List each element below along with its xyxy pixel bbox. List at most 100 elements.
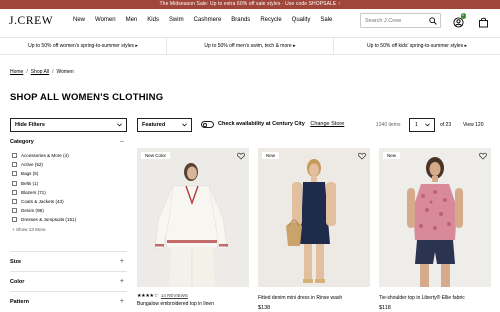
search-input[interactable] <box>365 16 427 26</box>
change-store-link[interactable]: Change Store <box>310 121 344 127</box>
product-card[interactable]: New Fitted denim mini dress in Rinse was… <box>258 148 370 311</box>
collapse-icon: − <box>119 139 124 146</box>
product-image[interactable]: New <box>379 148 491 287</box>
category-option-label: Dresses & Jumpsuits (151) <box>21 217 77 223</box>
product-rating: ★★★★☆ 14 REVIEWS <box>137 292 249 299</box>
rating-stars: ★★★★☆ <box>137 292 158 299</box>
heart-icon[interactable] <box>479 152 487 160</box>
promo-text: The Midseason Sale: Up to extra 60% off … <box>159 1 337 7</box>
benefit-women[interactable]: Up to 50% off women's spring-to-summer s… <box>0 38 166 54</box>
nav-link-brands[interactable]: Brands <box>231 17 250 23</box>
size-filter-title: Size <box>10 258 22 265</box>
checkbox[interactable] <box>12 189 17 195</box>
product-photo <box>258 148 370 287</box>
sort-select[interactable]: Featured <box>137 118 192 132</box>
availability-toggle[interactable] <box>201 121 214 128</box>
jcrew-logo[interactable]: J.CREW <box>9 15 53 27</box>
category-filter-header[interactable]: Category − <box>10 136 127 149</box>
product-card[interactable]: New Color ★★★★☆ 14 REVIEWS Bungalow embr… <box>137 148 249 307</box>
view-per-page-link[interactable]: View 120 <box>463 122 483 128</box>
reviews-link[interactable]: 14 REVIEWS <box>161 293 188 298</box>
checkbox[interactable] <box>12 217 17 223</box>
checkbox[interactable] <box>12 180 17 186</box>
category-option[interactable]: Belts (1) <box>10 179 127 188</box>
category-option[interactable]: Accessories & More (4) <box>10 151 127 160</box>
category-option[interactable]: Active (52) <box>10 160 127 169</box>
product-price: $118 <box>379 305 391 311</box>
product-image[interactable]: New Color <box>137 148 249 287</box>
category-option-label: Blazers (71) <box>21 189 46 195</box>
nav-link-men[interactable]: Men <box>126 17 138 23</box>
chevron-down-icon <box>425 123 430 127</box>
search-icon[interactable] <box>429 17 437 25</box>
category-option-label: Accessories & More (4) <box>21 153 69 159</box>
checkbox[interactable] <box>12 199 17 205</box>
breadcrumb-separator: / <box>26 69 28 75</box>
checkbox[interactable] <box>12 171 17 177</box>
category-option[interactable]: Bags (5) <box>10 169 127 178</box>
benefit-kids[interactable]: Up to 50% off kids' spring-to-summer sty… <box>333 38 500 54</box>
breadcrumb-shop-all[interactable]: Shop All <box>31 69 49 75</box>
hide-filters-button[interactable]: Hide Filters <box>10 118 127 132</box>
search-box[interactable] <box>360 13 441 28</box>
promo-arrow-icon: ↑ <box>337 1 341 7</box>
product-tag: New <box>383 152 401 159</box>
promo-banner[interactable]: The Midseason Sale: Up to extra 60% off … <box>0 0 500 9</box>
heart-icon[interactable] <box>237 152 245 160</box>
account-icon <box>453 17 464 28</box>
product-name[interactable]: Tie-shoulder top in Liberty® Ellie fabri… <box>379 295 491 301</box>
product-tag: New <box>262 152 280 159</box>
item-count: 1340 items <box>376 122 401 128</box>
product-image[interactable]: New <box>258 148 370 287</box>
size-filter[interactable]: Size + <box>10 250 127 271</box>
expand-icon: + <box>119 257 124 265</box>
current-page: 1 <box>415 122 419 128</box>
checkbox[interactable] <box>12 162 17 168</box>
category-option-label: Bags (5) <box>21 171 39 177</box>
show-more-categories[interactable]: + Show 13 More <box>12 227 127 239</box>
expand-icon: + <box>119 297 124 305</box>
breadcrumb-current: Women <box>56 69 74 75</box>
main-nav: J.CREW New Women Men Kids Swim Cashmere … <box>0 9 500 33</box>
category-option-label: Denim (98) <box>21 208 44 214</box>
pattern-filter-title: Pattern <box>10 298 29 305</box>
product-price: $138 <box>258 305 271 311</box>
category-option-label: Belts (1) <box>21 180 39 186</box>
filters-sidebar: Category − Accessories & More (4) Active… <box>10 136 127 311</box>
category-option[interactable]: Blazers (71) <box>10 188 127 197</box>
nav-link-cashmere[interactable]: Cashmere <box>194 17 222 23</box>
product-name[interactable]: Fitted denim mini dress in Rinse wash <box>258 295 370 301</box>
toggle-knob <box>203 123 207 127</box>
account-button[interactable]: 0 <box>453 13 466 28</box>
benefit-men[interactable]: Up to 50% off men's swim, tech & more ▸ <box>166 38 333 54</box>
nav-link-kids[interactable]: Kids <box>147 17 159 23</box>
category-option[interactable]: Coats & Jackets (43) <box>10 197 127 206</box>
color-filter-title: Color <box>10 278 25 285</box>
nav-link-swim[interactable]: Swim <box>169 17 184 23</box>
product-tag: New Color <box>141 152 171 159</box>
product-name[interactable]: Bungalow embroidered top in linen <box>137 301 249 307</box>
breadcrumb-separator: / <box>52 69 54 75</box>
page-title: SHOP ALL WOMEN'S CLOTHING <box>10 92 164 103</box>
checkbox[interactable] <box>12 153 17 159</box>
breadcrumb-home[interactable]: Home <box>10 69 23 75</box>
category-option[interactable]: Denim (98) <box>10 206 127 215</box>
nav-link-sale[interactable]: Sale <box>320 17 332 23</box>
heart-icon[interactable] <box>358 152 366 160</box>
pattern-filter[interactable]: Pattern + <box>10 290 127 311</box>
availability-prefix: Check availability at <box>218 121 273 127</box>
page-select[interactable]: 1 <box>409 118 435 132</box>
promo-benefits-strip: Up to 50% off women's spring-to-summer s… <box>0 37 500 55</box>
expand-icon: + <box>119 277 124 285</box>
checkbox[interactable] <box>12 208 17 214</box>
bag-button[interactable] <box>478 15 489 28</box>
nav-link-recycle[interactable]: Recycle <box>260 17 281 23</box>
color-filter[interactable]: Color + <box>10 270 127 291</box>
nav-link-quality[interactable]: Quality <box>292 17 311 23</box>
nav-link-new[interactable]: New <box>73 17 85 23</box>
category-option-label: Active (52) <box>21 162 43 168</box>
product-card[interactable]: New Tie-shoulder top in Liberty® Ellie f… <box>379 148 491 311</box>
nav-link-women[interactable]: Women <box>95 17 116 23</box>
chevron-down-icon <box>117 123 122 127</box>
category-option[interactable]: Dresses & Jumpsuits (151) <box>10 215 127 224</box>
